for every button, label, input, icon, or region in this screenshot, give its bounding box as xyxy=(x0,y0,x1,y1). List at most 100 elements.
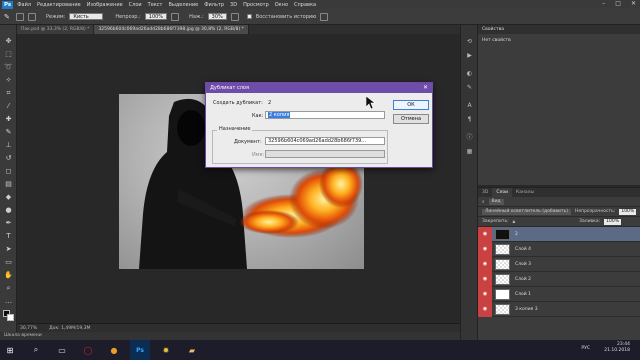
language-indicator[interactable]: РУС xyxy=(581,346,590,351)
paragraph-panel-icon[interactable]: ¶ xyxy=(465,115,474,124)
menu-window[interactable]: Окно xyxy=(275,2,288,8)
brush-panel-icon[interactable]: ✎ xyxy=(465,83,474,92)
menu-filter[interactable]: Фильтр xyxy=(204,2,224,8)
pen-tool-icon[interactable]: ✒ xyxy=(4,219,13,228)
visibility-eye-icon[interactable]: ◉ xyxy=(478,241,492,257)
restore-history-checkbox[interactable] xyxy=(246,14,252,19)
brush-tool-icon[interactable]: ✎ xyxy=(4,128,13,137)
lasso-tool-icon[interactable]: ➰ xyxy=(4,63,13,72)
menu-3d[interactable]: 3D xyxy=(230,2,237,8)
menu-select[interactable]: Выделение xyxy=(168,2,198,8)
zoom-level[interactable]: 30,77% xyxy=(20,326,37,331)
marquee-tool-icon[interactable]: ⬚ xyxy=(4,50,13,59)
layer-row[interactable]: ◉ 3 копия 3 xyxy=(478,301,640,317)
opacity-input[interactable]: 100% xyxy=(144,13,168,20)
visibility-eye-icon[interactable]: ◉ xyxy=(478,286,492,302)
close-button[interactable]: ✕ xyxy=(631,0,636,7)
search-icon[interactable]: ⌕ xyxy=(26,340,46,360)
layer-row[interactable]: ◉ Слой 4 xyxy=(478,241,640,257)
minimize-button[interactable]: – xyxy=(602,0,605,7)
cancel-button[interactable]: Отмена xyxy=(393,114,429,124)
canvas-area[interactable] xyxy=(17,34,460,323)
blur-tool-icon[interactable]: ◆ xyxy=(4,193,13,202)
menu-edit[interactable]: Редактирование xyxy=(37,2,81,8)
stamp-tool-icon[interactable]: ⊥ xyxy=(4,141,13,150)
menu-type[interactable]: Текст xyxy=(148,2,163,8)
visibility-eye-icon[interactable]: ◉ xyxy=(478,271,492,287)
eraser-tool-icon[interactable]: ◻ xyxy=(4,167,13,176)
pressure-size-icon[interactable] xyxy=(320,12,329,21)
tab-channels[interactable]: Каналы xyxy=(512,188,538,197)
tab-psd[interactable]: Пак.psd @ 33,3% (2, RGB/8) * xyxy=(17,25,95,34)
pressure-opacity-icon[interactable] xyxy=(171,12,180,21)
mode-select[interactable]: Кисть xyxy=(69,13,104,20)
type-tool-icon[interactable]: T xyxy=(4,232,13,241)
dialog-title: Дубликат слоя xyxy=(210,85,249,91)
layer-opacity-input[interactable]: 100% xyxy=(619,208,637,215)
character-panel-icon[interactable]: A xyxy=(465,101,474,110)
properties-header[interactable]: Свойства xyxy=(478,25,640,34)
info-panel-icon[interactable]: ⓘ xyxy=(465,133,474,142)
file-explorer-icon[interactable]: ▰ xyxy=(182,340,202,360)
yandex-browser-icon[interactable]: ● xyxy=(104,340,124,360)
tools-panel: ✥ ⬚ ➰ ✧ ⌗ ⁄ ✚ ✎ ⊥ ↺ ◻ ▤ ◆ ● ✒ T ➤ ▭ ✋ ⌕ … xyxy=(0,25,17,332)
tab-3d[interactable]: 3D xyxy=(478,188,492,197)
path-select-tool-icon[interactable]: ➤ xyxy=(4,245,13,254)
visibility-eye-icon[interactable]: ◉ xyxy=(478,256,492,272)
timeline-panel-tab[interactable]: Шкала времени xyxy=(0,332,460,340)
menu-file[interactable]: Файл xyxy=(17,2,31,8)
layer-filter-select[interactable]: Вид xyxy=(488,198,504,205)
lock-icon[interactable]: 🔒︎ xyxy=(513,219,515,225)
layer-row[interactable]: ◉ Слой 2 xyxy=(478,271,640,287)
background-color-swatch[interactable] xyxy=(7,314,14,321)
pressure-input[interactable]: 30% xyxy=(207,13,227,20)
brush-preset-picker[interactable] xyxy=(16,12,24,21)
quick-select-tool-icon[interactable]: ✧ xyxy=(4,76,13,85)
more-tools-icon[interactable]: … xyxy=(4,297,13,306)
as-name-input[interactable]: 2 копия xyxy=(265,111,385,119)
menu-layers[interactable]: Слои xyxy=(129,2,142,8)
layer-row[interactable]: ◉ 2 xyxy=(478,226,640,242)
document-select[interactable]: 32596b604c069ad26add28b686f739... xyxy=(265,137,385,145)
blend-mode-select[interactable]: Линейный осветлитель (добавить) xyxy=(482,208,571,215)
menu-help[interactable]: Справка xyxy=(294,2,316,8)
tab-layers[interactable]: Слои xyxy=(492,188,513,197)
maximize-button[interactable]: □ xyxy=(615,0,621,7)
swatches-panel-icon[interactable]: ▦ xyxy=(465,147,474,156)
layer-row[interactable]: ◉ Слой 3 xyxy=(478,256,640,272)
eyedropper-tool-icon[interactable]: ⁄ xyxy=(4,102,13,111)
clock[interactable]: 23:44 21.10.2018 xyxy=(604,342,630,354)
history-brush-tool-icon[interactable]: ↺ xyxy=(4,154,13,163)
menu-image[interactable]: Изображение xyxy=(87,2,123,8)
crop-tool-icon[interactable]: ⌗ xyxy=(4,89,13,98)
ok-button[interactable]: ОК xyxy=(393,100,429,110)
shape-tool-icon[interactable]: ▭ xyxy=(4,258,13,267)
photoshop-taskbar-icon[interactable]: Ps xyxy=(130,340,150,360)
healing-tool-icon[interactable]: ✚ xyxy=(4,115,13,124)
airbrush-icon[interactable] xyxy=(230,12,239,21)
dodge-tool-icon[interactable]: ● xyxy=(4,206,13,215)
zoom-tool-icon[interactable]: ⌕ xyxy=(4,284,13,293)
create-duplicate-value: 2 xyxy=(268,100,272,106)
history-panel-icon[interactable]: ⟲ xyxy=(465,37,474,46)
actions-panel-icon[interactable]: ▶ xyxy=(465,51,474,60)
move-tool-icon[interactable]: ✥ xyxy=(4,37,13,46)
opera-icon[interactable]: ◯ xyxy=(78,340,98,360)
tab-jpg[interactable]: 32596b604c069ad26add28b686f7398.jpg @ 30… xyxy=(94,25,249,34)
hand-tool-icon[interactable]: ✋ xyxy=(4,271,13,280)
close-icon[interactable]: ✕ xyxy=(423,83,428,93)
brush-tool-icon[interactable]: ✎ xyxy=(4,13,12,21)
layer-row[interactable]: ◉ Слой 1 xyxy=(478,286,640,302)
task-view-icon[interactable]: ▭ xyxy=(52,340,72,360)
fill-input[interactable]: 100% xyxy=(604,218,622,225)
adjustments-panel-icon[interactable]: ◐ xyxy=(465,69,474,78)
menu-view[interactable]: Просмотр xyxy=(243,2,269,8)
app-taskbar-icon[interactable]: ✹ xyxy=(156,340,176,360)
windows-start-icon[interactable]: ⊞ xyxy=(0,340,20,360)
as-name-value: 2 копия xyxy=(268,112,291,118)
gradient-tool-icon[interactable]: ▤ xyxy=(4,180,13,189)
brush-panel-icon[interactable] xyxy=(28,12,36,21)
visibility-eye-icon[interactable]: ◉ xyxy=(478,226,492,242)
document-tabs: Пак.psd @ 33,3% (2, RGB/8) * 32596b604c0… xyxy=(17,25,460,34)
visibility-eye-icon[interactable]: ◉ xyxy=(478,301,492,317)
